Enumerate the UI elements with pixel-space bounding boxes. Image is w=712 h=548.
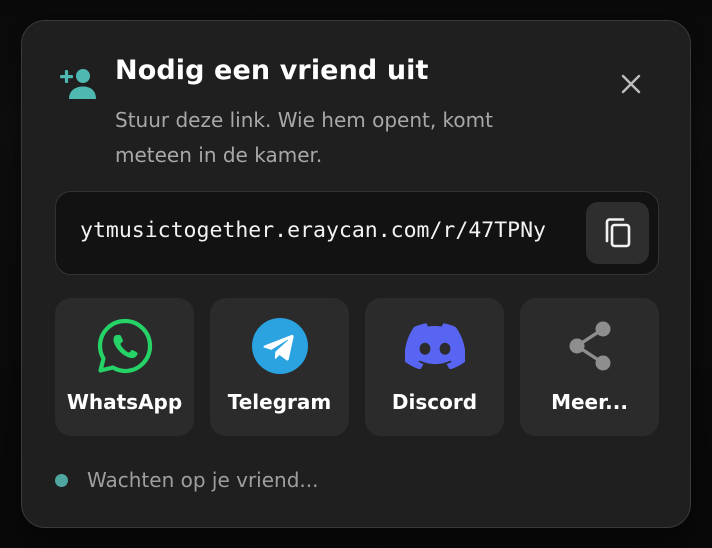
copy-link-button[interactable] — [586, 202, 649, 264]
close-icon — [621, 74, 641, 94]
share-whatsapp-label: WhatsApp — [66, 390, 183, 414]
telegram-icon — [251, 318, 308, 374]
share-whatsapp-button[interactable]: WhatsApp — [55, 298, 194, 436]
share-more-button[interactable]: Meer... — [520, 298, 659, 436]
connection-status: Wachten op je vriend... — [55, 465, 318, 495]
invite-link-text[interactable]: ytmusictogether.eraycan.com/r/47TPNy — [80, 218, 546, 243]
share-options: WhatsApp Telegram Discord Meer... — [55, 298, 659, 436]
status-indicator-dot — [55, 473, 68, 487]
status-text: Wachten op je vriend... — [87, 468, 319, 492]
share-more-label: Meer... — [551, 390, 628, 414]
share-telegram-label: Telegram — [227, 390, 332, 414]
dialog-subtitle: Stuur deze link. Wie hem opent, komt met… — [115, 108, 493, 167]
share-discord-button[interactable]: Discord — [365, 298, 504, 436]
whatsapp-icon — [97, 318, 152, 374]
share-discord-label: Discord — [391, 390, 478, 414]
dialog-title: Nodig een vriend uit — [115, 55, 429, 86]
close-button[interactable] — [614, 67, 648, 101]
share-telegram-button[interactable]: Telegram — [210, 298, 349, 436]
invite-dialog: Nodig een vriend uit Stuur deze link. Wi… — [21, 20, 691, 528]
discord-icon — [404, 323, 465, 369]
copy-icon — [605, 218, 630, 248]
share-icon — [569, 321, 610, 371]
invite-link-field[interactable]: ytmusictogether.eraycan.com/r/47TPNy — [55, 191, 659, 275]
person-add-icon — [60, 69, 96, 99]
